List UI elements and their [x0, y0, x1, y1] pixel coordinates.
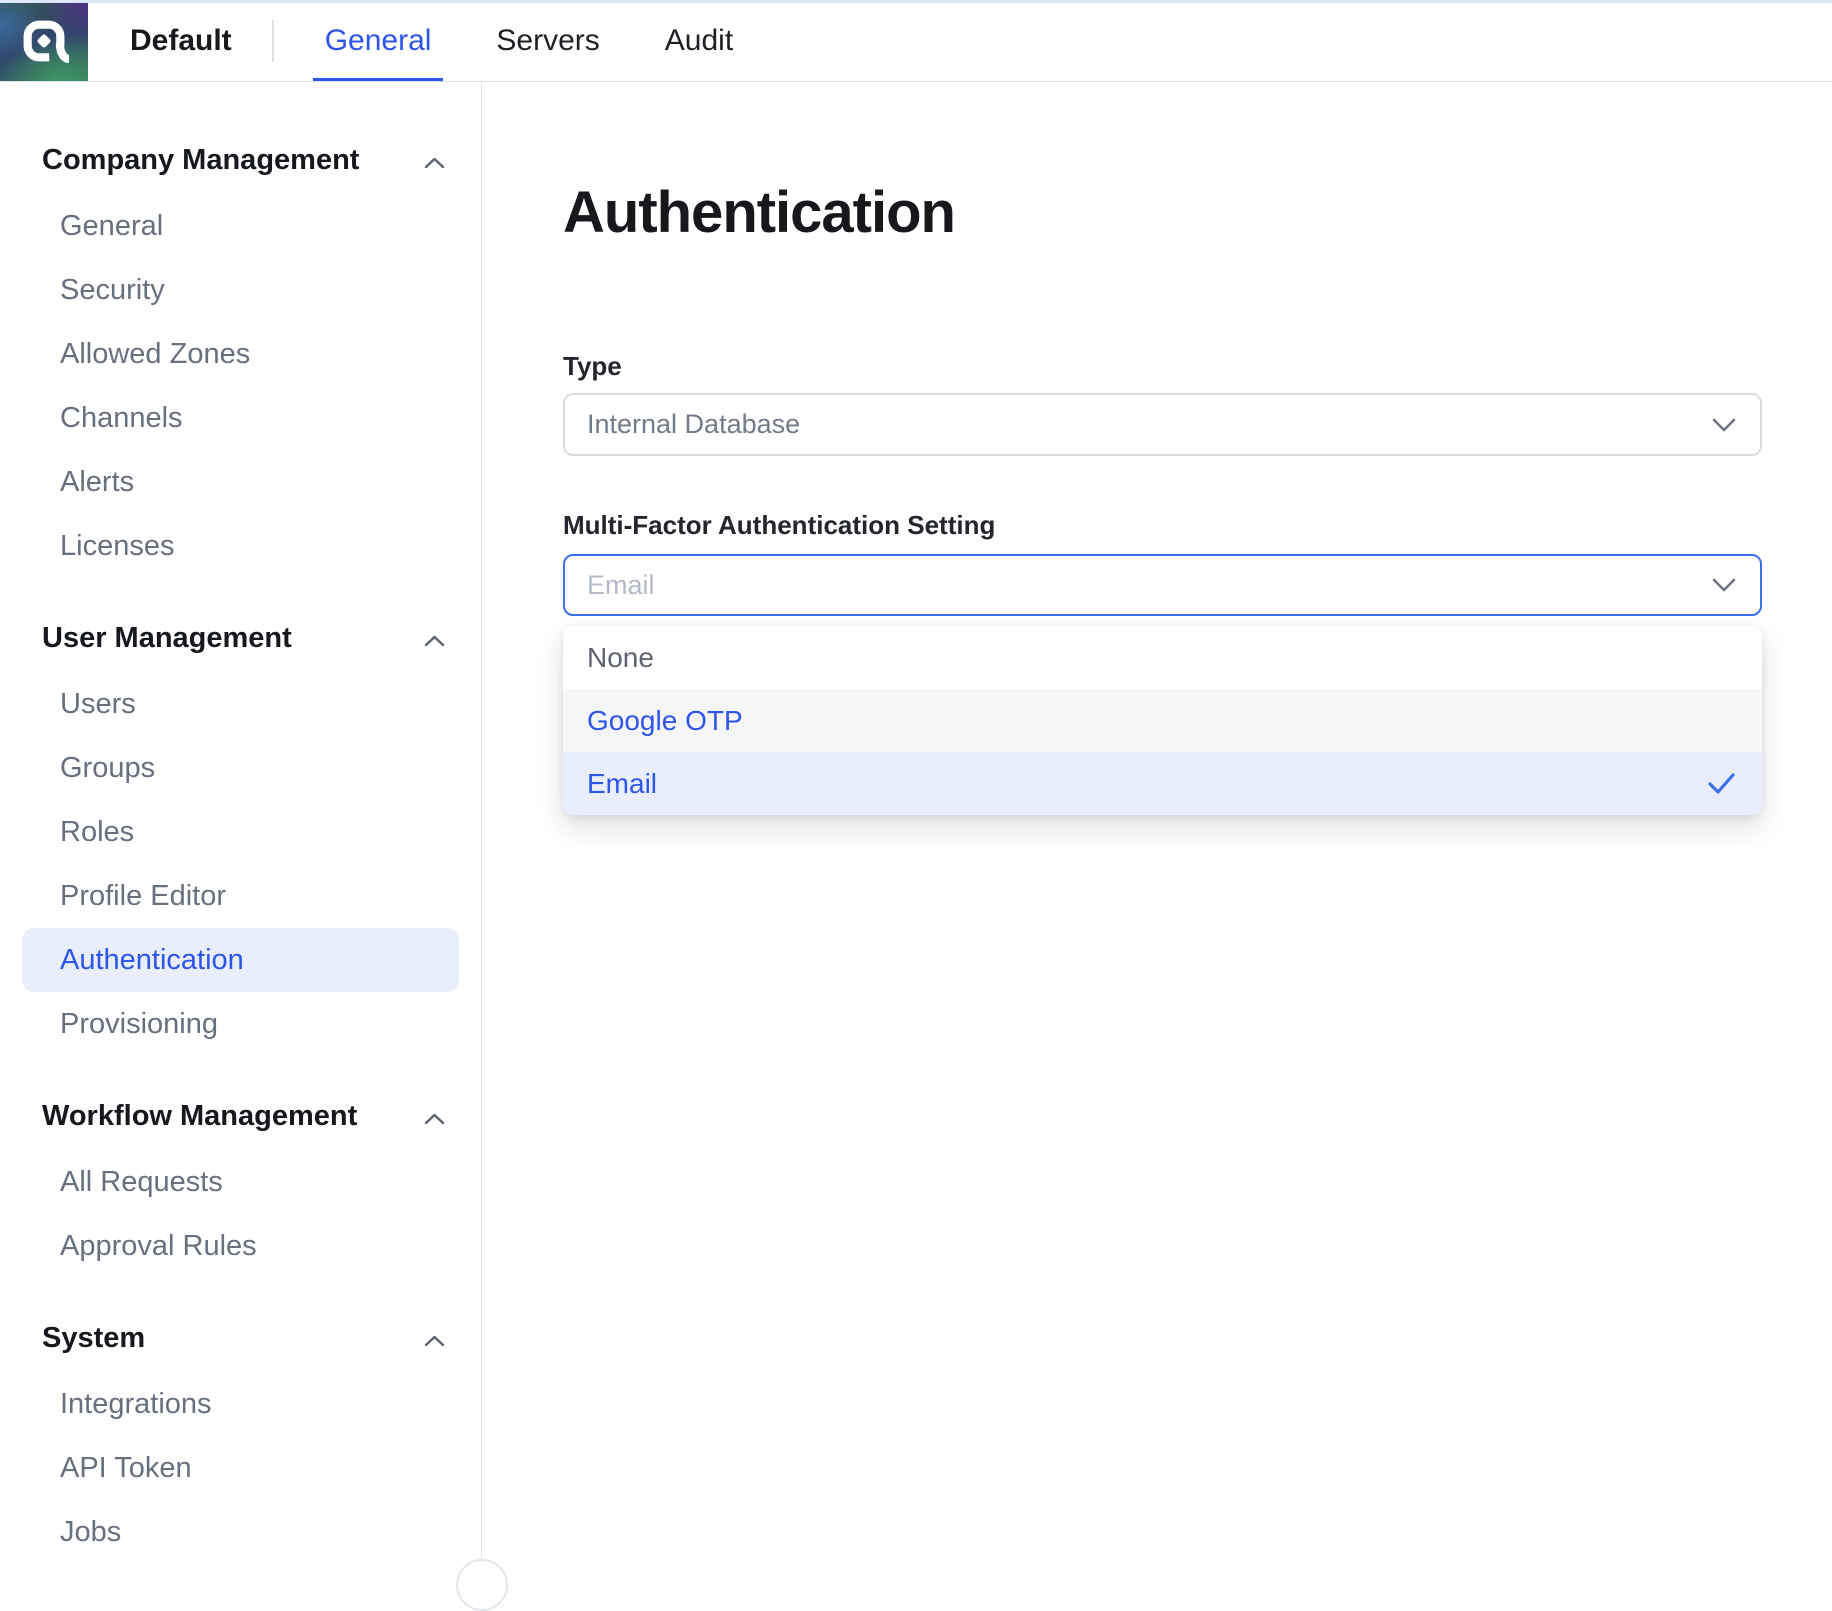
section-workflow-management: Workflow Management All Requests Approva…	[0, 1096, 481, 1278]
sidebar-item-users[interactable]: Users	[22, 672, 459, 736]
sidebar-item-alerts[interactable]: Alerts	[22, 450, 459, 514]
sidebar-item-integrations[interactable]: Integrations	[22, 1372, 459, 1436]
type-label: Type	[563, 351, 1762, 381]
tab-servers[interactable]: Servers	[484, 0, 611, 81]
header-divider	[272, 20, 274, 62]
sidebar-item-general[interactable]: General	[22, 194, 459, 258]
sidebar-item-roles[interactable]: Roles	[22, 800, 459, 864]
mfa-dropdown-menu: None Google OTP Email	[563, 626, 1762, 815]
mfa-field: Multi-Factor Authentication Setting Emai…	[563, 510, 1762, 815]
workspace-name: Default	[130, 24, 232, 58]
section-user-management: User Management Users Groups Roles Profi…	[0, 618, 481, 1056]
top-tabs: General Servers Audit	[313, 0, 786, 81]
sidebar-collapse-button[interactable]	[456, 1559, 508, 1611]
sidebar-item-allowed-zones[interactable]: Allowed Zones	[22, 322, 459, 386]
page-title: Authentication	[563, 178, 1762, 248]
type-field: Type Internal Database	[563, 351, 1762, 456]
chevron-up-icon	[424, 1322, 445, 1355]
sidebar-item-all-requests[interactable]: All Requests	[22, 1150, 459, 1214]
section-header-system[interactable]: System	[42, 1318, 445, 1358]
window-top-accent	[0, 0, 1832, 3]
sidebar-item-api-token[interactable]: API Token	[22, 1436, 459, 1500]
sidebar-item-security[interactable]: Security	[22, 258, 459, 322]
chevron-up-icon	[424, 1100, 445, 1133]
settings-sidebar: Company Management General Security Allo…	[0, 82, 482, 1576]
type-select-value: Internal Database	[587, 409, 800, 440]
mfa-select[interactable]: Email	[563, 554, 1762, 616]
mfa-select-placeholder: Email	[587, 570, 655, 601]
top-bar: Default General Servers Audit	[0, 0, 1832, 82]
chevron-up-icon	[424, 144, 445, 177]
sidebar-item-groups[interactable]: Groups	[22, 736, 459, 800]
dropdown-option-email[interactable]: Email	[563, 752, 1762, 815]
section-header-company-management[interactable]: Company Management	[42, 140, 445, 180]
checkmark-icon	[1708, 773, 1735, 794]
tab-general[interactable]: General	[313, 0, 444, 81]
sidebar-item-approval-rules[interactable]: Approval Rules	[22, 1214, 459, 1278]
section-company-management: Company Management General Security Allo…	[0, 140, 481, 578]
sidebar-item-authentication[interactable]: Authentication	[22, 928, 459, 992]
sidebar-item-jobs[interactable]: Jobs	[22, 1500, 459, 1564]
section-header-workflow-management[interactable]: Workflow Management	[42, 1096, 445, 1136]
dropdown-option-none[interactable]: None	[563, 626, 1762, 689]
chevron-down-icon	[1712, 418, 1736, 432]
sidebar-item-channels[interactable]: Channels	[22, 386, 459, 450]
mfa-label: Multi-Factor Authentication Setting	[563, 510, 1762, 540]
main-content: Authentication Type Internal Database Mu…	[483, 82, 1832, 1576]
chevron-up-icon	[424, 622, 445, 655]
chevron-down-icon	[1712, 578, 1736, 592]
section-header-user-management[interactable]: User Management	[42, 618, 445, 658]
tab-audit[interactable]: Audit	[653, 0, 745, 81]
dropdown-option-google-otp[interactable]: Google OTP	[563, 689, 1762, 752]
sidebar-item-profile-editor[interactable]: Profile Editor	[22, 864, 459, 928]
type-select[interactable]: Internal Database	[563, 393, 1762, 456]
section-system: System Integrations API Token Jobs	[0, 1318, 481, 1564]
sidebar-item-licenses[interactable]: Licenses	[22, 514, 459, 578]
querypie-logo-icon	[19, 16, 69, 66]
app-logo[interactable]	[0, 0, 88, 81]
sidebar-item-provisioning[interactable]: Provisioning	[22, 992, 459, 1056]
